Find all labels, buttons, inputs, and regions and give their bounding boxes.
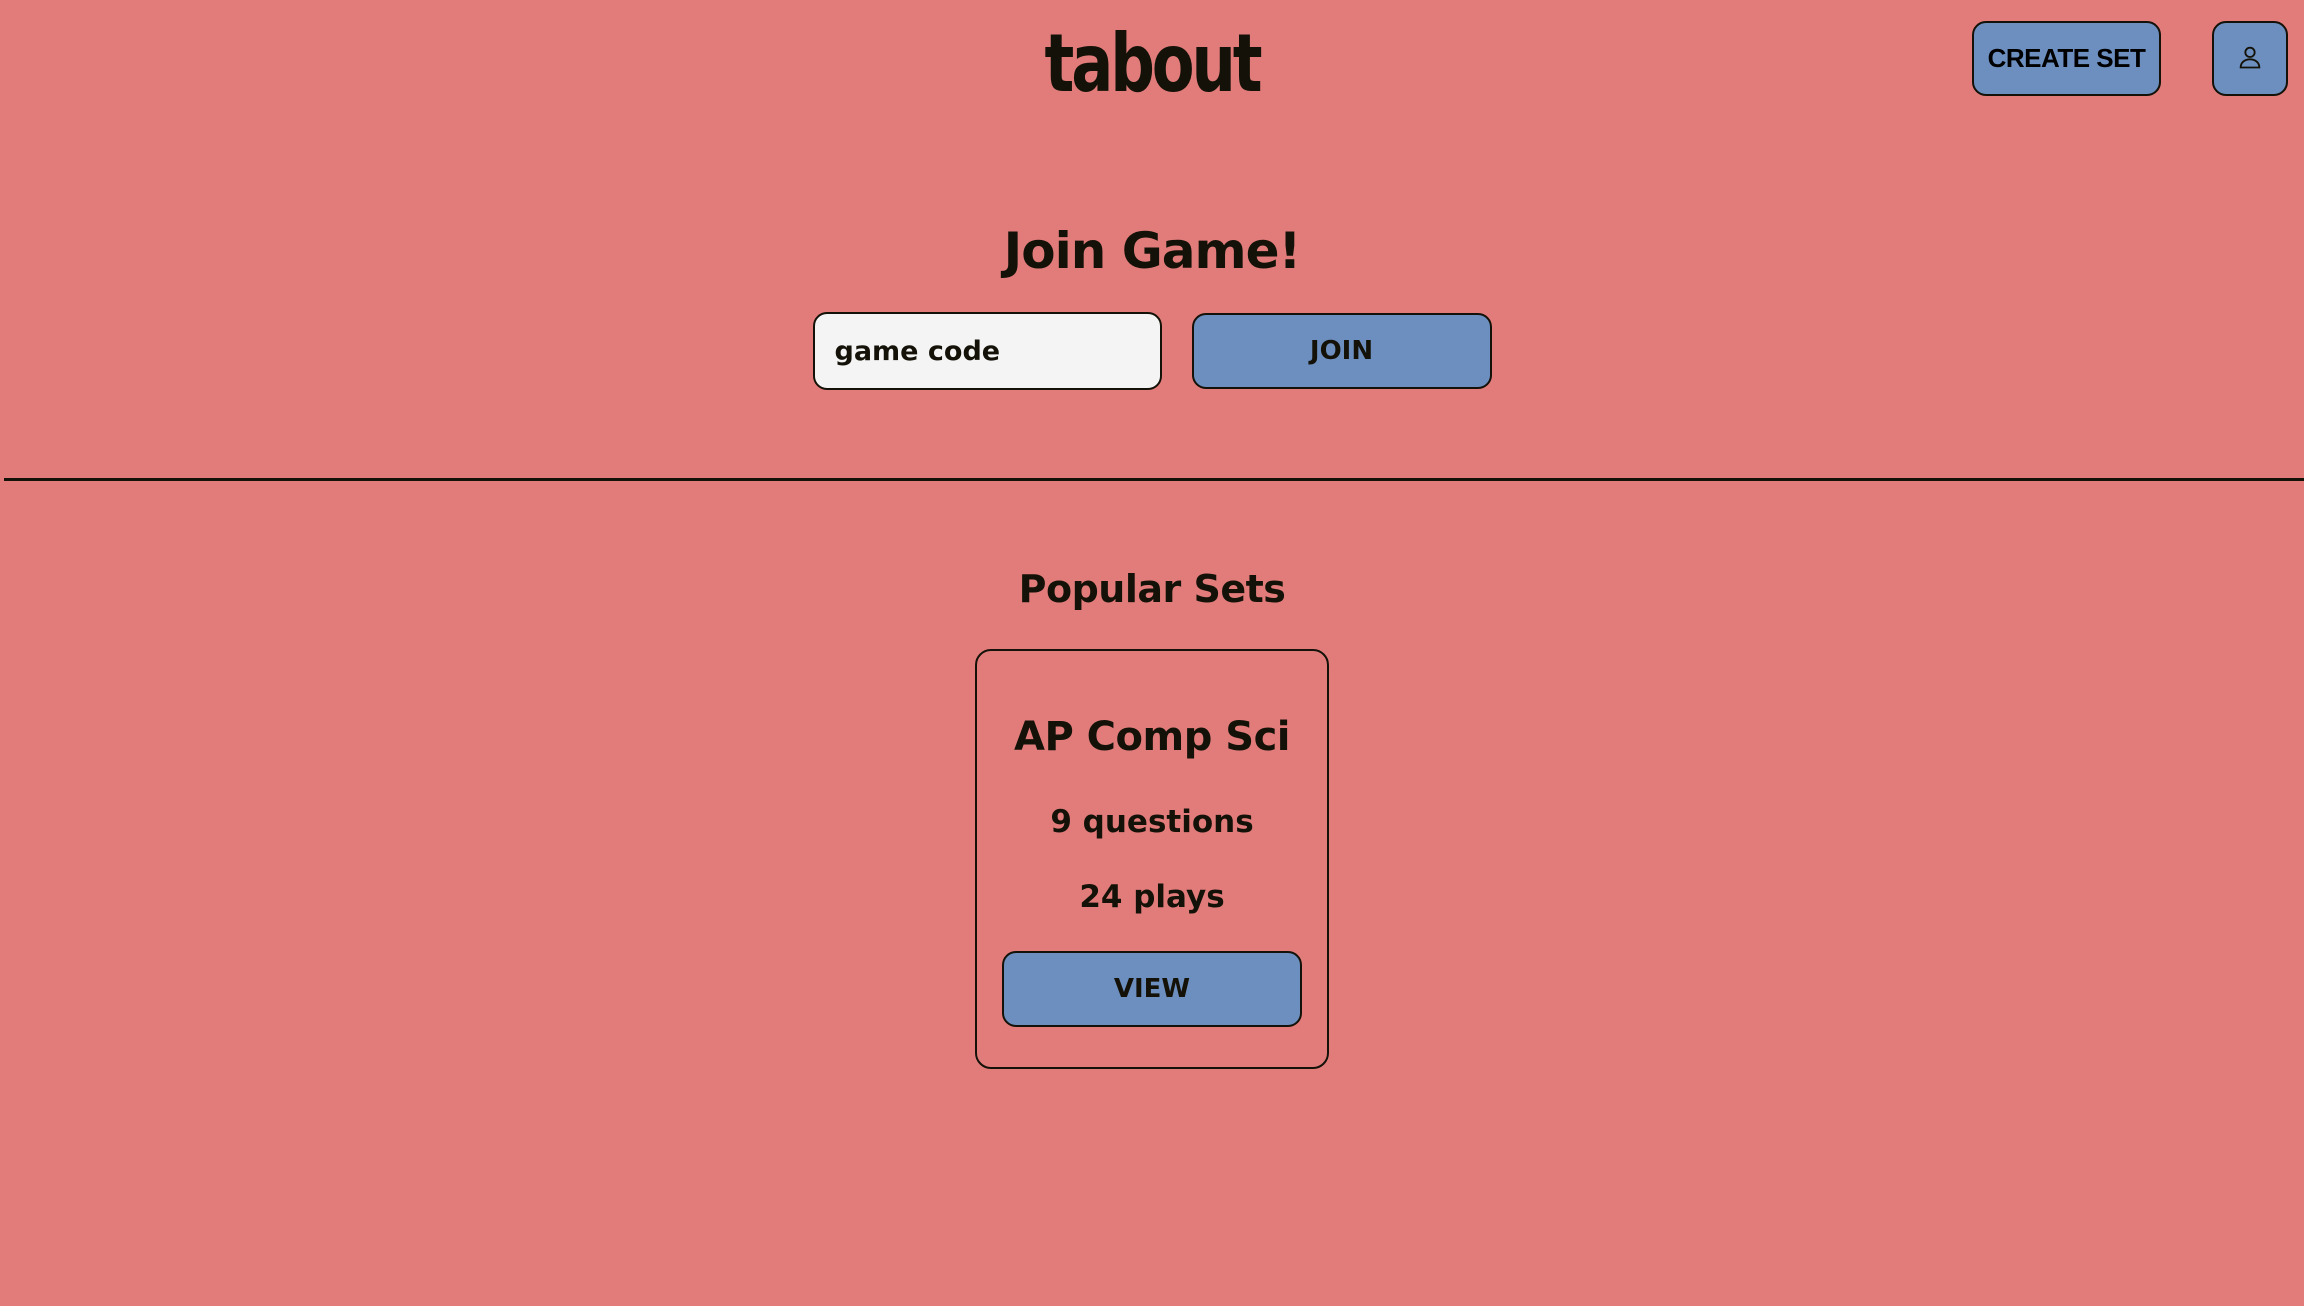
- join-row: JOIN: [0, 312, 2304, 390]
- join-button[interactable]: JOIN: [1191, 313, 1492, 389]
- popular-sets-title: Popular Sets: [1018, 567, 1286, 611]
- join-title: Join Game!: [1003, 222, 1302, 280]
- popular-sets-section: Popular Sets AP Comp Sci 9 questions 24 …: [0, 567, 2304, 1069]
- user-icon: [2236, 43, 2264, 74]
- profile-button[interactable]: [2212, 21, 2288, 96]
- game-code-input[interactable]: [812, 312, 1162, 390]
- set-question-count: 9 questions: [1050, 804, 1254, 840]
- set-title: AP Comp Sci: [1013, 714, 1291, 760]
- view-set-button[interactable]: VIEW: [1002, 951, 1302, 1027]
- set-card: AP Comp Sci 9 questions 24 plays VIEW: [975, 649, 1329, 1069]
- divider: [4, 478, 2304, 481]
- logo[interactable]: tabout: [253, 20, 2050, 108]
- create-set-button[interactable]: CREATE SET: [1972, 21, 2161, 96]
- join-section: Join Game! JOIN: [0, 222, 2304, 390]
- top-bar: tabout CREATE SET: [0, 0, 2304, 160]
- set-play-count: 24 plays: [1079, 879, 1225, 915]
